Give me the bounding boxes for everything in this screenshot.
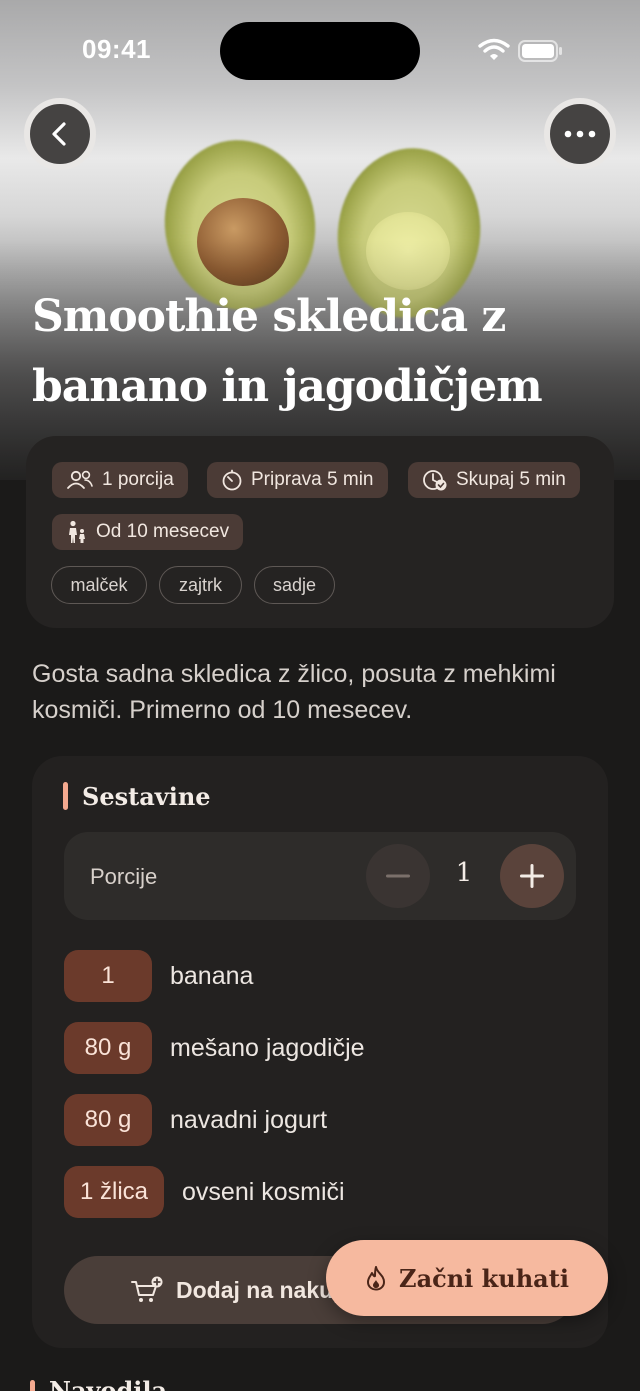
battery-icon	[518, 40, 562, 62]
start-cooking-label: Začni kuhati	[399, 1263, 569, 1293]
ingredient-name: mešano jagodičje	[170, 1033, 365, 1062]
chip-label: Od 10 mesecev	[96, 521, 230, 542]
cart-plus-icon	[131, 1276, 163, 1302]
ingredient-row: 1 žlica ovseni kosmiči	[64, 1166, 345, 1218]
chevron-left-icon	[52, 122, 66, 146]
tag-malcek[interactable]: malček	[51, 566, 147, 604]
status-time: 09:41	[82, 34, 151, 64]
minus-icon	[386, 874, 410, 878]
portions-stepper: Porcije 1	[64, 832, 576, 920]
tag-sadje[interactable]: sadje	[254, 566, 335, 604]
more-button[interactable]	[544, 98, 616, 170]
ingredient-row: 1 banana	[64, 950, 253, 1002]
people-icon	[67, 470, 93, 489]
tag-zajtrk[interactable]: zajtrk	[159, 566, 242, 604]
plus-icon	[520, 864, 544, 888]
ingredient-name: navadni jogurt	[170, 1105, 328, 1134]
chip-label: 1 porcija	[102, 469, 174, 490]
section-accent-bar	[63, 782, 68, 810]
status-bar: 09:41	[0, 0, 640, 100]
chip-age: Od 10 mesecev	[52, 514, 244, 550]
decrease-portions-button[interactable]	[366, 844, 430, 908]
ingredients-title: Sestavine	[82, 781, 211, 811]
clock-check-icon	[423, 470, 447, 491]
instructions-heading: Navodila	[30, 1376, 167, 1391]
child-icon	[69, 520, 85, 543]
increase-portions-button[interactable]	[500, 844, 564, 908]
ingredient-row: 80 g navadni jogurt	[64, 1094, 327, 1146]
ingredient-name: ovseni kosmiči	[182, 1177, 345, 1206]
start-cooking-button[interactable]: Začni kuhati	[326, 1240, 608, 1316]
dynamic-island	[220, 22, 420, 80]
ellipsis-icon	[564, 130, 596, 138]
portions-label: Porcije	[90, 864, 158, 889]
timer-icon	[222, 469, 242, 491]
portions-value: 1	[455, 858, 473, 888]
recipe-description: Gosta sadna skledica z žlico, posuta z m…	[32, 660, 556, 724]
ingredient-qty: 80 g	[64, 1022, 152, 1074]
ingredient-name: banana	[170, 961, 254, 990]
ingredient-row: 80 g mešano jagodičje	[64, 1022, 365, 1074]
ingredients-heading: Sestavine	[63, 780, 211, 812]
section-accent-bar	[30, 1380, 35, 1391]
chip-prep-time: Priprava 5 min	[207, 462, 388, 498]
chip-servings: 1 porcija	[52, 462, 188, 498]
chip-label: Skupaj 5 min	[456, 469, 566, 490]
ingredient-qty: 1	[64, 950, 152, 1002]
recipe-title: Smoothie skledica z banano in jagodičjem	[32, 291, 543, 412]
ingredient-qty: 1 žlica	[64, 1166, 165, 1218]
wifi-icon	[478, 38, 510, 60]
chip-total-time: Skupaj 5 min	[408, 462, 580, 498]
back-button[interactable]	[24, 98, 96, 170]
instructions-title: Navodila	[49, 1376, 168, 1391]
flame-icon	[367, 1266, 386, 1291]
chip-label: Priprava 5 min	[251, 469, 374, 490]
ingredient-qty: 80 g	[64, 1094, 152, 1146]
